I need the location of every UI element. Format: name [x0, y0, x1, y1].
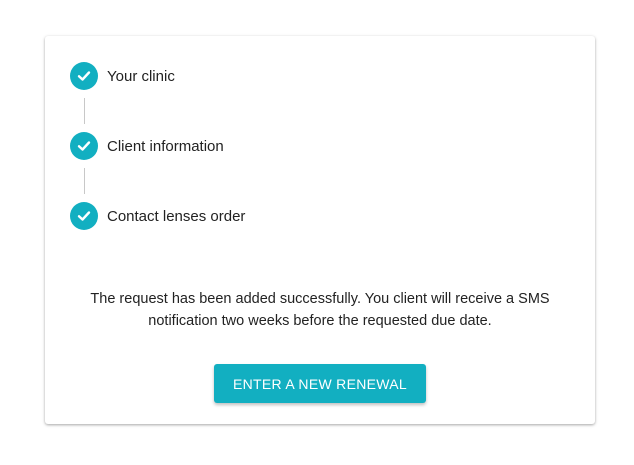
success-message-line: notification two weeks before the reques… — [148, 313, 492, 329]
check-icon — [70, 132, 98, 160]
confirmation-card: Your clinic Client information Contact l… — [45, 36, 595, 424]
check-icon — [70, 202, 98, 230]
step-connector — [84, 168, 85, 194]
check-icon — [70, 62, 98, 90]
enter-new-renewal-button[interactable]: ENTER A NEW RENEWAL — [214, 364, 426, 403]
step-connector — [84, 98, 85, 124]
success-message: The request has been added successfully.… — [45, 288, 595, 332]
step-label: Contact lenses order — [107, 207, 246, 225]
step-label: Your clinic — [107, 67, 175, 85]
step-your-clinic: Your clinic — [70, 62, 175, 90]
step-contact-lenses-order: Contact lenses order — [70, 202, 245, 230]
success-message-line: The request has been added successfully.… — [90, 291, 550, 307]
step-client-information: Client information — [70, 132, 224, 160]
step-label: Client information — [107, 137, 224, 155]
